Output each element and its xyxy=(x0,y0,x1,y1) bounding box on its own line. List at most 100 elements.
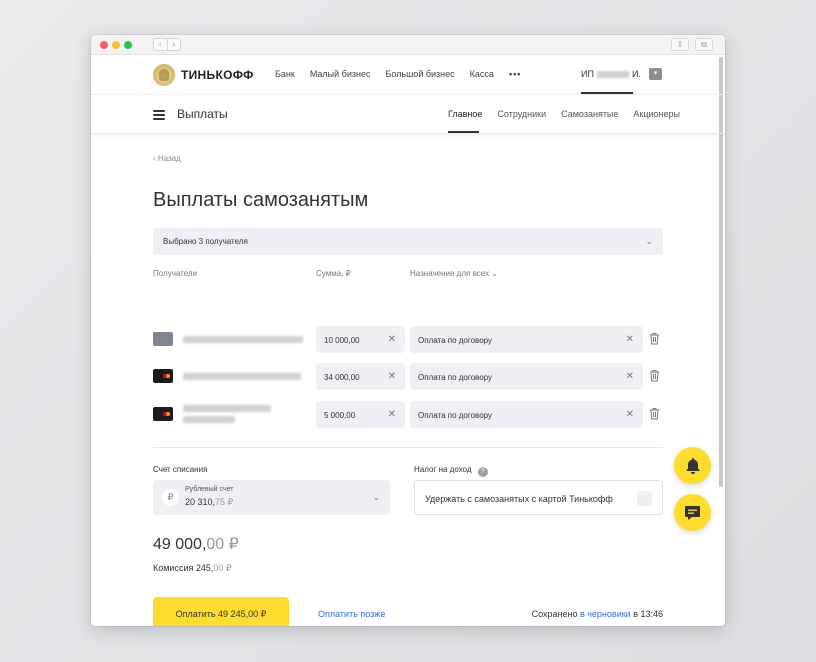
main-menu: Банк Малый бизнес Большой бизнес Касса •… xyxy=(275,69,536,79)
amount-value: 5 000,00 xyxy=(324,411,356,420)
notifications-button[interactable] xyxy=(674,447,711,484)
tax-label-text: Налог на доход xyxy=(414,465,472,474)
share-icon[interactable]: ⇪ xyxy=(671,38,689,51)
purpose-input[interactable]: Оплата по договору ✕ xyxy=(410,363,643,390)
commission-amount: Комиссия 245,00 ₽ xyxy=(153,563,232,573)
back-label: Назад xyxy=(157,154,181,163)
browser-forward-button[interactable]: › xyxy=(168,39,181,50)
amount-value: 10 000,00 xyxy=(324,336,360,345)
account-name-redacted xyxy=(596,70,629,78)
maximize-window-button[interactable] xyxy=(124,41,132,49)
amount-value: 34 000,00 xyxy=(324,373,360,382)
section-navigation: Выплаты Главное Сотрудники Самозанятые А… xyxy=(91,95,725,134)
bank-emblem-icon xyxy=(153,64,175,86)
column-header-purpose-label: Назначение для всех xyxy=(410,269,489,278)
tab-shareholders[interactable]: Акционеры xyxy=(633,109,680,119)
amount-input[interactable]: 34 000,00 ✕ xyxy=(316,363,405,390)
tabs-icon[interactable]: ⧉ xyxy=(695,38,713,51)
drafts-link[interactable]: в черновики xyxy=(580,609,631,619)
tax-withhold-checkbox[interactable] xyxy=(637,491,652,506)
debit-account-select[interactable]: ₽ Рублевый счет 20 310,75 ₽ ⌄ xyxy=(153,480,390,515)
purpose-value: Оплата по договору xyxy=(418,336,493,345)
account-balance: 20 310,75 ₽ xyxy=(185,497,234,507)
menu-item-small-business[interactable]: Малый бизнес xyxy=(310,69,371,79)
menu-item-bank[interactable]: Банк xyxy=(275,69,295,79)
tab-employees[interactable]: Сотрудники xyxy=(497,109,546,119)
pay-later-link[interactable]: Оплатить позже xyxy=(318,609,385,619)
chat-icon xyxy=(685,505,700,520)
clear-icon[interactable]: ✕ xyxy=(388,409,396,420)
account-name[interactable]: ИП И. xyxy=(581,69,641,79)
table-row: 10 000,00 ✕ Оплата по договору ✕ xyxy=(153,326,663,353)
pay-button[interactable]: Оплатить 49 245,00 ₽ xyxy=(153,597,289,626)
browser-chrome: ‹ › ⇪ ⧉ xyxy=(91,35,725,55)
chat-button[interactable] xyxy=(674,494,711,531)
column-header-purpose[interactable]: Назначение для всех ⌄ xyxy=(410,269,498,278)
saved-status: Сохранено в черновики в 13:46 xyxy=(531,609,663,619)
recipient-name-redacted xyxy=(183,416,235,423)
amount-input[interactable]: 10 000,00 ✕ xyxy=(316,326,405,353)
tax-withhold-option[interactable]: Удержать с самозанятых с картой Тинькофф xyxy=(414,480,663,515)
active-tab-indicator xyxy=(448,131,479,133)
section-title: Выплаты xyxy=(177,107,228,121)
brand-name: ТИНЬКОФФ xyxy=(181,68,254,82)
mastercard-card-icon xyxy=(153,407,173,421)
purpose-input[interactable]: Оплата по договору ✕ xyxy=(410,401,643,428)
clear-icon[interactable]: ✕ xyxy=(388,334,396,345)
chevron-down-icon: ⌄ xyxy=(491,269,498,278)
account-suffix: И. xyxy=(631,69,641,79)
clear-icon[interactable]: ✕ xyxy=(626,371,634,382)
mastercard-card-icon xyxy=(153,369,173,383)
table-row: 5 000,00 ✕ Оплата по договору ✕ xyxy=(153,401,663,428)
back-chevron-icon: ‹ xyxy=(153,154,156,163)
clear-icon[interactable]: ✕ xyxy=(626,409,634,420)
more-menu-icon[interactable]: ••• xyxy=(509,69,521,79)
bell-icon xyxy=(686,458,699,474)
purpose-value: Оплата по договору xyxy=(418,411,493,420)
recipient-name-redacted xyxy=(183,336,303,343)
page-title: Выплаты самозанятым xyxy=(153,189,369,211)
chevron-down-icon: ⌄ xyxy=(372,492,380,502)
close-window-button[interactable] xyxy=(100,41,108,49)
purpose-value: Оплата по договору xyxy=(418,373,493,382)
chevron-down-icon: ⌄ xyxy=(645,236,653,246)
menu-item-kassa[interactable]: Касса xyxy=(470,69,494,79)
trash-icon[interactable] xyxy=(649,332,660,345)
top-navigation: ТИНЬКОФФ Банк Малый бизнес Большой бизне… xyxy=(91,55,725,95)
account-type: Рублевый счет xyxy=(185,486,234,493)
browser-back-button[interactable]: ‹ xyxy=(154,39,168,50)
minimize-window-button[interactable] xyxy=(112,41,120,49)
amount-input[interactable]: 5 000,00 ✕ xyxy=(316,401,405,428)
recipients-selector-label: Выбрано 3 получателя xyxy=(163,237,248,246)
hamburger-menu-icon[interactable] xyxy=(153,110,165,120)
recipients-selector[interactable]: Выбрано 3 получателя ⌄ xyxy=(153,228,663,255)
menu-item-big-business[interactable]: Большой бизнес xyxy=(385,69,454,79)
ruble-icon: ₽ xyxy=(162,489,179,506)
trash-icon[interactable] xyxy=(649,369,660,382)
divider xyxy=(153,447,663,448)
debit-account-label: Счет списания xyxy=(153,465,208,474)
browser-nav-buttons: ‹ › xyxy=(153,38,181,51)
help-icon[interactable]: ? xyxy=(477,467,488,477)
column-header-recipients: Получатели xyxy=(153,269,198,278)
tab-main[interactable]: Главное xyxy=(448,109,482,119)
tax-label: Налог на доход ? xyxy=(414,465,488,477)
bank-card-icon xyxy=(153,332,173,346)
browser-window: ‹ › ⇪ ⧉ ТИНЬКОФФ Банк Малый бизнес Больш… xyxy=(91,35,725,626)
tab-self-employed[interactable]: Самозанятые xyxy=(561,109,618,119)
total-amount: 49 000,00 ₽ xyxy=(153,536,239,553)
clear-icon[interactable]: ✕ xyxy=(388,371,396,382)
account-prefix: ИП xyxy=(581,69,594,79)
purpose-input[interactable]: Оплата по договору ✕ xyxy=(410,326,643,353)
account-underline xyxy=(581,92,633,94)
clear-icon[interactable]: ✕ xyxy=(626,334,634,345)
back-link[interactable]: ‹ Назад xyxy=(153,154,181,163)
brand-logo[interactable]: ТИНЬКОФФ xyxy=(153,64,254,86)
table-row: 34 000,00 ✕ Оплата по договору ✕ xyxy=(153,363,663,390)
account-dropdown-icon[interactable]: ▾ xyxy=(649,68,662,80)
section-tabs: Главное Сотрудники Самозанятые Акционеры xyxy=(448,109,695,119)
column-header-amount: Сумма, ₽ xyxy=(316,269,351,278)
trash-icon[interactable] xyxy=(649,407,660,420)
tax-withhold-label: Удержать с самозанятых с картой Тинькофф xyxy=(425,494,613,504)
recipient-name-redacted xyxy=(183,405,271,412)
